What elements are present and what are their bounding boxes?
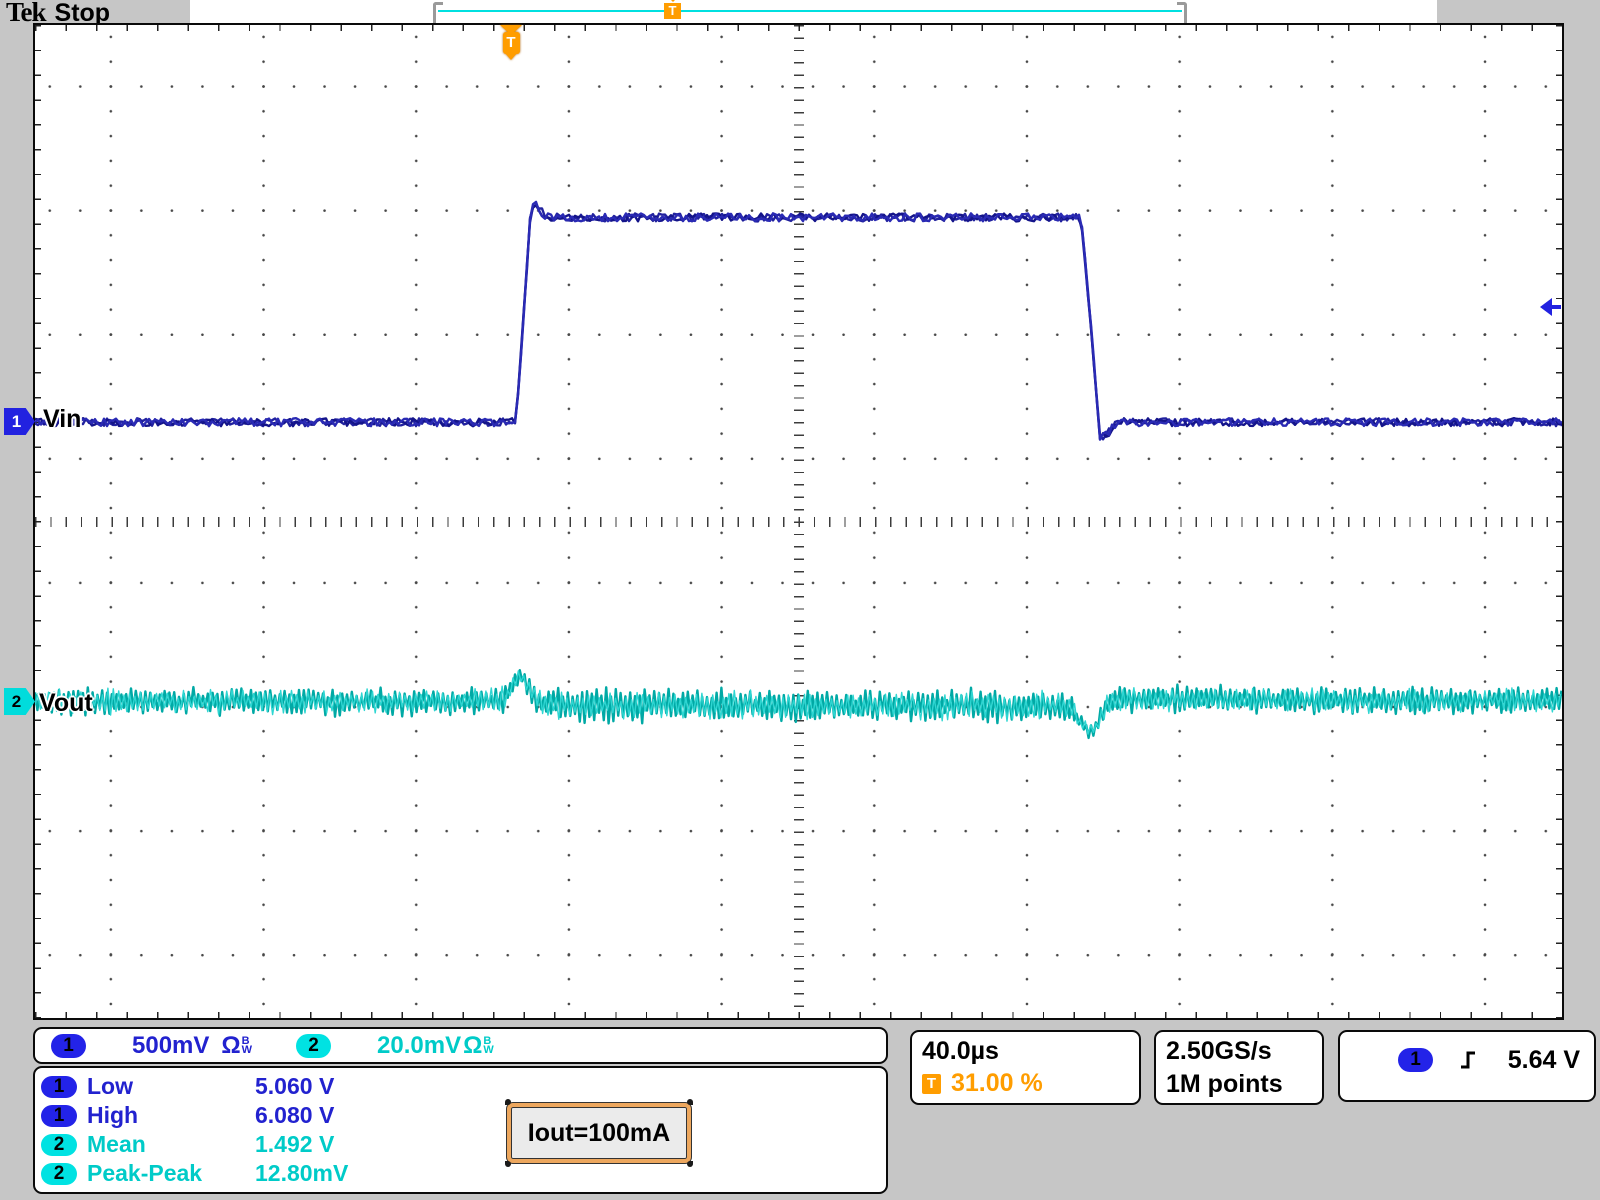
trigger-readout[interactable]: 1 5.64 V [1338, 1030, 1596, 1102]
measurement-value: 1.492 V [255, 1131, 334, 1158]
channel2-bandwidth-icon: B W [483, 1037, 493, 1055]
trigger-position-flag: T [503, 32, 520, 54]
record-view-bar[interactable]: T [433, 2, 1187, 20]
measurement-row: 2 Peak-Peak 12.80mV [41, 1159, 886, 1188]
measurement-row: 2 Mean 1.492 V [41, 1130, 886, 1159]
trigger-position-tip-icon [505, 53, 517, 60]
measurement-row: 1 Low 5.060 V [41, 1072, 886, 1101]
channel2-scale[interactable]: 20.0mV [377, 1032, 461, 1060]
bw-bottom: W [483, 1046, 493, 1055]
acquisition-readout[interactable]: 2.50GS/s 1M points [1154, 1030, 1324, 1105]
sample-rate: 2.50GS/s [1166, 1035, 1312, 1068]
measurement-panel: 1 Low 5.060 V 1 High 6.080 V 2 Mean 1.49… [33, 1066, 888, 1194]
channel1-scale[interactable]: 500mV [132, 1032, 209, 1060]
measurement-name: Mean [87, 1131, 255, 1158]
channel1-ohm-icon: Ω [221, 1032, 240, 1060]
measurement-name: Peak-Peak [87, 1160, 255, 1187]
channel1-reference-marker[interactable]: 1 [4, 408, 35, 435]
graticule: T 1 Vin 2 Vout [33, 23, 1564, 1020]
trigger-position-marker[interactable]: T [499, 25, 523, 67]
trigger-source-badge: 1 [1398, 1048, 1433, 1072]
record-line [438, 10, 1182, 12]
channel2-ohm-icon: Ω [463, 1032, 482, 1060]
channel-scale-bar: 1 500mV Ω B W 2 20.0mV Ω B W [33, 1027, 888, 1064]
note-pin-icon [505, 1161, 511, 1167]
channel1-wave-label: Vin [43, 405, 81, 434]
trigger-flag-icon: T [922, 1074, 941, 1094]
measurement-value: 5.060 V [255, 1073, 334, 1100]
channel1-bandwidth-icon: B W [242, 1037, 252, 1055]
rising-edge-icon [1459, 1048, 1481, 1072]
measurement-name: Low [87, 1073, 255, 1100]
channel1-badge[interactable]: 1 [51, 1034, 86, 1058]
measurement-channel-badge: 1 [41, 1105, 77, 1127]
bw-bottom: W [242, 1046, 252, 1055]
trigger-position-percent: 31.00 % [951, 1069, 1043, 1098]
measurement-name: High [87, 1102, 255, 1129]
record-trigger-icon[interactable]: T [664, 3, 681, 19]
channel2-badge[interactable]: 2 [296, 1034, 331, 1058]
trigger-level-arrow-tail [1551, 305, 1561, 309]
annotation-note[interactable]: Iout=100mA [507, 1103, 691, 1163]
waveform-plot [35, 25, 1562, 1018]
note-pin-icon [687, 1161, 693, 1167]
trigger-level-value: 5.64 V [1508, 1046, 1580, 1075]
oscilloscope-screen: TekStop T T 1 Vin 2 Vout [0, 0, 1600, 1200]
measurement-value: 6.080 V [255, 1102, 334, 1129]
trigger-level-marker[interactable] [1537, 298, 1561, 316]
channel2-marker-label: 2 [12, 692, 21, 712]
timebase-readout[interactable]: 40.0µs T 31.00 % [910, 1030, 1141, 1105]
measurement-value: 12.80mV [255, 1160, 348, 1187]
measurement-channel-badge: 1 [41, 1076, 77, 1098]
note-pin-icon [687, 1099, 693, 1105]
measurement-row: 1 High 6.080 V [41, 1101, 886, 1130]
timebase-scale: 40.0µs [922, 1037, 1129, 1066]
note-pin-icon [505, 1099, 511, 1105]
record-length: 1M points [1166, 1068, 1312, 1101]
measurement-channel-badge: 2 [41, 1134, 77, 1156]
channel2-wave-label: Vout [39, 689, 93, 718]
annotation-text: Iout=100mA [528, 1119, 670, 1148]
channel2-reference-marker[interactable]: 2 [4, 688, 35, 715]
channel1-marker-label: 1 [12, 412, 21, 432]
measurement-channel-badge: 2 [41, 1163, 77, 1185]
